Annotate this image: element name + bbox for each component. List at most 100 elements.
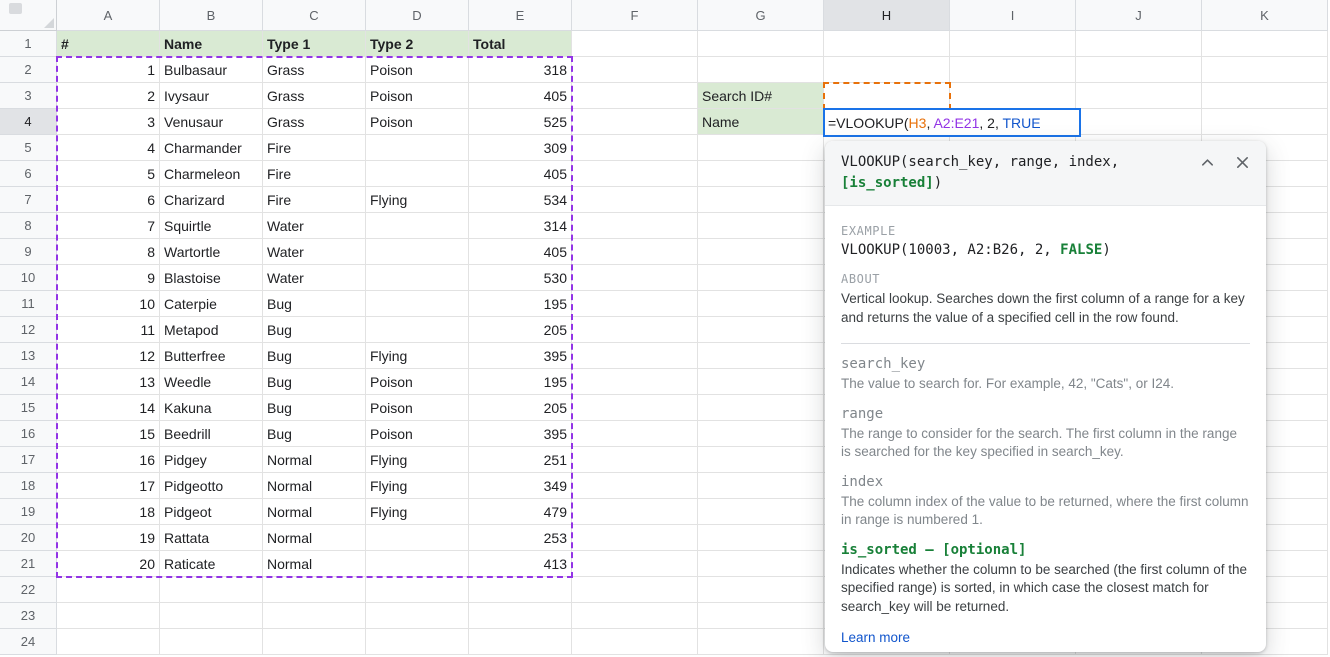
cell-A15[interactable]: 14 (57, 395, 160, 421)
cell-D13[interactable]: Flying (366, 343, 469, 369)
row-header-7[interactable]: 7 (0, 187, 57, 213)
cell-F13[interactable] (572, 343, 698, 369)
cell-F22[interactable] (572, 577, 698, 603)
cell-G19[interactable] (698, 499, 824, 525)
cell-B5[interactable]: Charmander (160, 135, 263, 161)
cell-C13[interactable]: Bug (263, 343, 366, 369)
cell-G21[interactable] (698, 551, 824, 577)
cell-B24[interactable] (160, 629, 263, 655)
cell-B19[interactable]: Pidgeot (160, 499, 263, 525)
cell-J3[interactable] (1076, 83, 1202, 109)
cell-E17[interactable]: 251 (469, 447, 572, 473)
cell-A4[interactable]: 3 (57, 109, 160, 135)
cell-F14[interactable] (572, 369, 698, 395)
cell-F7[interactable] (572, 187, 698, 213)
row-header-3[interactable]: 3 (0, 83, 57, 109)
cell-F15[interactable] (572, 395, 698, 421)
cell-B11[interactable]: Caterpie (160, 291, 263, 317)
cell-F18[interactable] (572, 473, 698, 499)
row-header-16[interactable]: 16 (0, 421, 57, 447)
row-header-11[interactable]: 11 (0, 291, 57, 317)
cell-E24[interactable] (469, 629, 572, 655)
cell-B6[interactable]: Charmeleon (160, 161, 263, 187)
cell-A20[interactable]: 19 (57, 525, 160, 551)
cell-E3[interactable]: 405 (469, 83, 572, 109)
cell-F16[interactable] (572, 421, 698, 447)
col-header-G[interactable]: G (698, 0, 824, 31)
cell-B10[interactable]: Blastoise (160, 265, 263, 291)
row-header-24[interactable]: 24 (0, 629, 57, 655)
cell-C20[interactable]: Normal (263, 525, 366, 551)
cell-D4[interactable]: Poison (366, 109, 469, 135)
cell-D15[interactable]: Poison (366, 395, 469, 421)
cell-F1[interactable] (572, 31, 698, 57)
cell-G1[interactable] (698, 31, 824, 57)
row-header-20[interactable]: 20 (0, 525, 57, 551)
cell-A2[interactable]: 1 (57, 57, 160, 83)
cell-A1[interactable]: # (57, 31, 160, 57)
cell-D22[interactable] (366, 577, 469, 603)
cell-D11[interactable] (366, 291, 469, 317)
cell-G18[interactable] (698, 473, 824, 499)
cell-B2[interactable]: Bulbasaur (160, 57, 263, 83)
cell-A8[interactable]: 7 (57, 213, 160, 239)
row-header-14[interactable]: 14 (0, 369, 57, 395)
row-header-5[interactable]: 5 (0, 135, 57, 161)
cell-A6[interactable]: 5 (57, 161, 160, 187)
row-header-19[interactable]: 19 (0, 499, 57, 525)
cell-G11[interactable] (698, 291, 824, 317)
cell-C15[interactable]: Bug (263, 395, 366, 421)
row-header-8[interactable]: 8 (0, 213, 57, 239)
cell-A11[interactable]: 10 (57, 291, 160, 317)
cell-G8[interactable] (698, 213, 824, 239)
row-header-13[interactable]: 13 (0, 343, 57, 369)
row-header-15[interactable]: 15 (0, 395, 57, 421)
cell-C10[interactable]: Water (263, 265, 366, 291)
cell-F8[interactable] (572, 213, 698, 239)
cell-G4[interactable]: Name (698, 109, 824, 135)
cell-E14[interactable]: 195 (469, 369, 572, 395)
cell-B20[interactable]: Rattata (160, 525, 263, 551)
cell-E12[interactable]: 205 (469, 317, 572, 343)
formula-cell-editor[interactable]: =VLOOKUP(H3, A2:E21, 2, TRUE (823, 108, 1081, 137)
collapse-chevron-up-icon[interactable] (1200, 155, 1215, 170)
cell-B23[interactable] (160, 603, 263, 629)
cell-F21[interactable] (572, 551, 698, 577)
cell-F4[interactable] (572, 109, 698, 135)
cell-A24[interactable] (57, 629, 160, 655)
cell-G24[interactable] (698, 629, 824, 655)
cell-E11[interactable]: 195 (469, 291, 572, 317)
cell-K4[interactable] (1202, 109, 1328, 135)
cell-F6[interactable] (572, 161, 698, 187)
cell-F24[interactable] (572, 629, 698, 655)
cell-F17[interactable] (572, 447, 698, 473)
cell-C7[interactable]: Fire (263, 187, 366, 213)
row-header-6[interactable]: 6 (0, 161, 57, 187)
col-header-F[interactable]: F (572, 0, 698, 31)
cell-C8[interactable]: Water (263, 213, 366, 239)
col-header-I[interactable]: I (950, 0, 1076, 31)
cell-A17[interactable]: 16 (57, 447, 160, 473)
cell-F2[interactable] (572, 57, 698, 83)
cell-E18[interactable]: 349 (469, 473, 572, 499)
cell-D14[interactable]: Poison (366, 369, 469, 395)
cell-A23[interactable] (57, 603, 160, 629)
cell-F10[interactable] (572, 265, 698, 291)
cell-F3[interactable] (572, 83, 698, 109)
cell-A16[interactable]: 15 (57, 421, 160, 447)
cell-D21[interactable] (366, 551, 469, 577)
cell-A3[interactable]: 2 (57, 83, 160, 109)
cell-E15[interactable]: 205 (469, 395, 572, 421)
cell-A14[interactable]: 13 (57, 369, 160, 395)
cell-B18[interactable]: Pidgeotto (160, 473, 263, 499)
row-header-17[interactable]: 17 (0, 447, 57, 473)
cell-D9[interactable] (366, 239, 469, 265)
col-header-C[interactable]: C (263, 0, 366, 31)
cell-K3[interactable] (1202, 83, 1328, 109)
cell-D12[interactable] (366, 317, 469, 343)
cell-D5[interactable] (366, 135, 469, 161)
cell-B22[interactable] (160, 577, 263, 603)
row-header-23[interactable]: 23 (0, 603, 57, 629)
cell-G15[interactable] (698, 395, 824, 421)
cell-B15[interactable]: Kakuna (160, 395, 263, 421)
